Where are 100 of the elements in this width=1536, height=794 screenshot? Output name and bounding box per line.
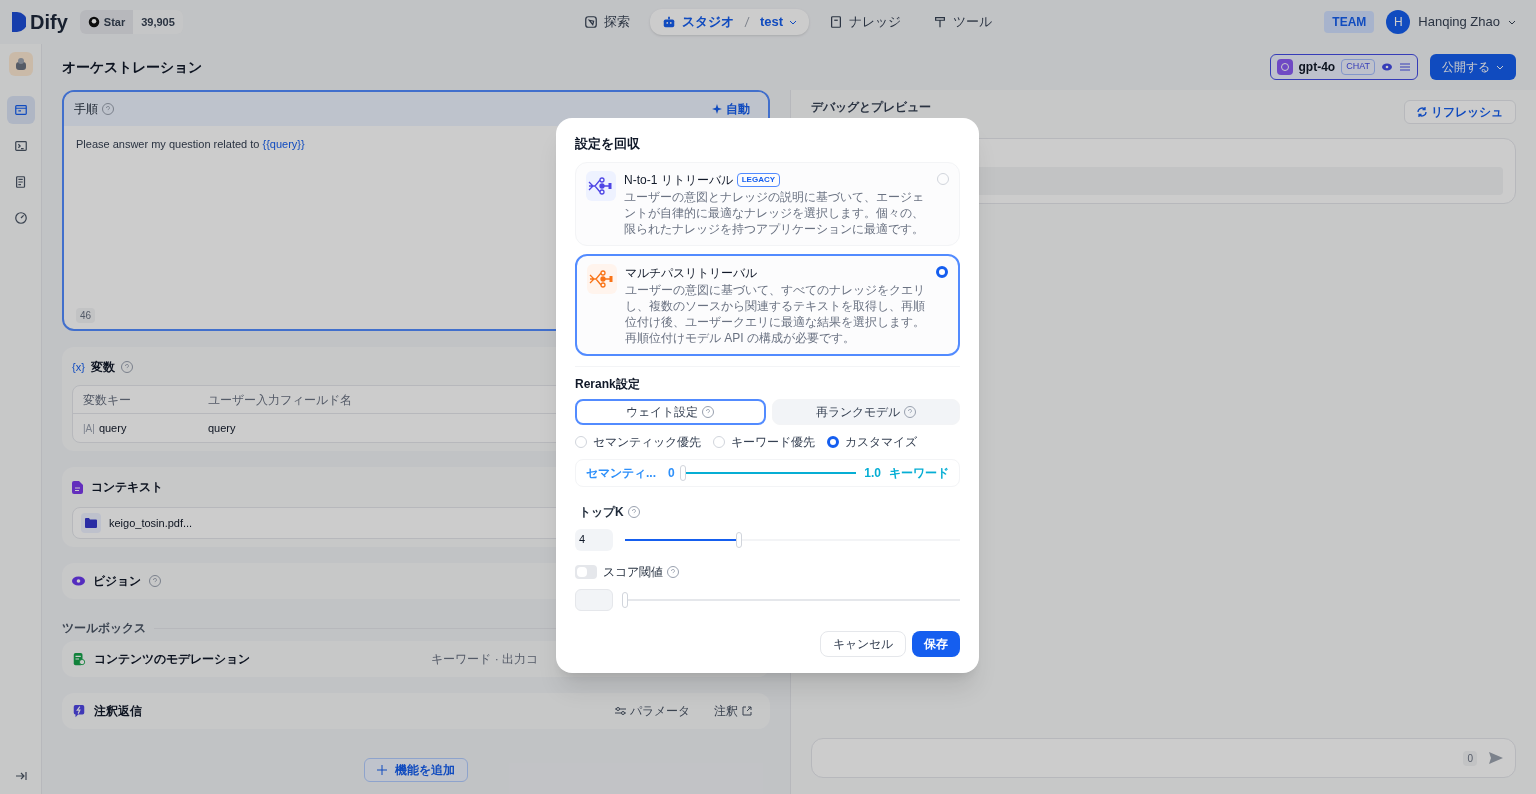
refresh-icon [1417, 107, 1427, 117]
section-title: 注釈返信 [94, 703, 143, 720]
retrieval-option[interactable]: マルチパスリトリーバル ユーザーの意図に基づいて、すべてのナレッジをクエリし、複数のソースから関連するテキストを取得し、再順位付け後、ユーザークエリに最適な結果を選択します。再順位付けモデル API の構成が必要です。 [575, 253, 960, 356]
github-icon [87, 16, 100, 28]
variable-icon: {x} [72, 358, 85, 376]
page-title: オーケストレーション [62, 57, 203, 77]
logo-icon [12, 12, 26, 32]
avatar: H [1386, 10, 1411, 34]
document-icon [13, 175, 28, 189]
keyword-value: 1.0 [864, 464, 881, 482]
retrieval-icon [587, 263, 617, 294]
sliders-icon [615, 707, 626, 715]
table-cell-text: query [98, 420, 127, 436]
chevron-down-icon [1496, 63, 1504, 71]
refresh-button[interactable]: リフレッシュ [1404, 100, 1516, 124]
star-count: 39,905 [133, 9, 183, 35]
top-k-input[interactable]: 4 [575, 528, 613, 551]
rerank-tab[interactable]: ウェイト設定 [575, 398, 766, 425]
option-title: マルチパスリトリーバル [625, 264, 757, 282]
publish-button[interactable]: 公開する [1430, 54, 1516, 80]
eye-icon [72, 576, 85, 586]
text-type-icon: |A| [83, 420, 95, 436]
char-count: 0 [1463, 750, 1477, 766]
model-icon [1276, 59, 1293, 75]
gauge-icon [13, 211, 28, 225]
save-button[interactable]: 保存 [912, 630, 960, 657]
send-icon[interactable] [1489, 751, 1503, 765]
retrieval-icon [586, 170, 616, 201]
preset-radio[interactable]: キーワード優先 [713, 432, 815, 451]
dialog-title: 設定を回収 [575, 135, 641, 153]
github-star-button[interactable]: Star [79, 9, 126, 35]
compass-icon [584, 15, 598, 29]
table-cell-text: query [208, 420, 236, 436]
chevron-down-icon [789, 18, 798, 26]
nav-tab[interactable]: 探索 [572, 9, 642, 35]
semantic-label: セマンティ... [586, 464, 656, 482]
book-icon [829, 15, 844, 29]
sparkle-icon [712, 104, 722, 114]
message-bolt-icon [72, 704, 86, 718]
nav-tab[interactable]: ナレッジ [817, 9, 914, 35]
field-label: スコア閾値 [603, 563, 663, 581]
semantic-value: 0 [668, 464, 675, 482]
model-name: gpt-4o [1298, 59, 1336, 76]
cancel-button[interactable]: キャンセル [820, 630, 906, 657]
section-title: コンテンツのモデレーション [94, 651, 251, 668]
rerank-tab[interactable]: 再ランクモデル [771, 398, 960, 425]
knowledge-name: keigo_tosin.pdf... [109, 515, 193, 531]
prompt-text: Please answer my question related to {{query}} [76, 137, 305, 152]
plus-icon [377, 765, 387, 775]
annotation-link[interactable]: 注釈 [706, 702, 760, 720]
chevron-down-icon [1508, 18, 1516, 26]
keyword-label: キーワード [889, 464, 949, 482]
eye-icon [1381, 61, 1393, 73]
sliders-icon[interactable] [1399, 61, 1411, 73]
column-header: 変数キー [83, 391, 132, 409]
legacy-badge: LEGACY [736, 172, 781, 187]
section-title: ビジョン [93, 573, 141, 590]
item-detail: キーワード · 出力コ [431, 651, 538, 668]
model-selector[interactable]: gpt-4o CHAT [1269, 54, 1418, 80]
add-feature-button[interactable]: 機能を追加 [364, 758, 468, 782]
column-header: ユーザー入力フィールド名 [208, 391, 352, 409]
char-count: 46 [76, 308, 96, 323]
logo-text: Dify [30, 10, 68, 35]
expand-icon[interactable] [14, 770, 27, 782]
user-menu[interactable]: H Hanqing Zhao [1386, 10, 1516, 34]
document-icon [72, 480, 83, 494]
radio-button[interactable] [936, 265, 948, 278]
section-title: 変数 [90, 359, 115, 376]
layout-icon [13, 103, 28, 117]
score-input[interactable] [575, 588, 613, 611]
external-link-icon [742, 706, 752, 716]
auto-button[interactable]: 自動 [704, 100, 758, 118]
parameters-button[interactable]: パラメータ [607, 702, 698, 720]
nav-tab[interactable]: スタジオ test [650, 9, 810, 35]
option-description: ユーザーの意図に基づいて、すべてのナレッジをクエリし、複数のソースから関連するテキストを取得し、再順位付け後、ユーザークエリに最適な結果を選択します。再順位付けモデル API の構成が必要です。 [625, 281, 926, 346]
preset-radio[interactable]: カスタマイズ [827, 432, 917, 451]
toolbox-label: ツールボックス [62, 620, 146, 637]
section-title: Rerank設定 [575, 375, 641, 393]
retrieval-option[interactable]: N-to-1 リトリーバル LEGACY ユーザーの意図とナレッジの説明に基づいて、エージェントが自律的に最適なナレッジを選択します。個々の、限られたナレッジを持つアプリケーションに最適です。 [575, 161, 960, 246]
preset-radio[interactable]: セマンティック優先 [575, 432, 701, 451]
chat-input[interactable]: 0 [811, 738, 1516, 778]
radio-button[interactable] [827, 435, 839, 448]
mode-badge: CHAT [1341, 59, 1375, 75]
sidebar-item[interactable] [6, 96, 35, 124]
option-title: N-to-1 リトリーバル [624, 171, 733, 189]
folder-icon [81, 513, 101, 533]
hammer-icon [933, 15, 948, 29]
top-k-slider-thumb[interactable] [735, 531, 742, 548]
terminal-icon [13, 139, 28, 153]
weight-slider-thumb[interactable] [679, 464, 686, 481]
document-check-icon [72, 652, 86, 666]
section-title: コンテキスト [91, 479, 163, 496]
slash-icon [744, 16, 750, 28]
option-description: ユーザーの意図とナレッジの説明に基づいて、エージェントが自律的に最適なナレッジを選択します。個々の、限られたナレッジを持つアプリケーションに最適です。 [624, 188, 925, 237]
nav-tab[interactable]: ツール [921, 9, 1005, 35]
app-icon [8, 52, 33, 76]
score-toggle[interactable] [575, 564, 597, 579]
robot-icon [662, 15, 676, 29]
debug-title: デバッグとプレビュー [811, 99, 932, 116]
section-label: 手順 [74, 101, 98, 118]
